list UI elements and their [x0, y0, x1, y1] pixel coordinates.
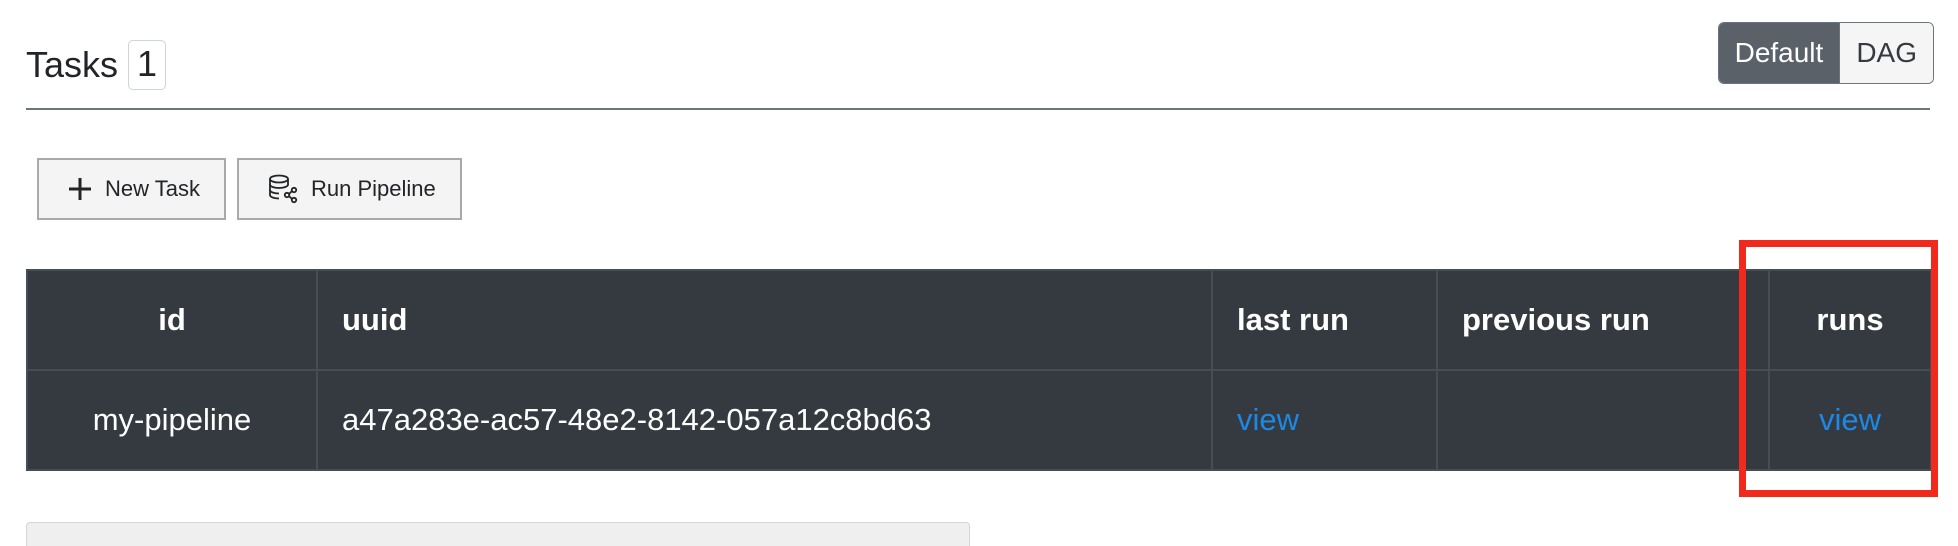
- tasks-page: Tasks 1 Default DAG New Task Run Pipelin…: [0, 0, 1958, 546]
- column-header-last-run: last run: [1211, 269, 1438, 371]
- run-pipeline-label: Run Pipeline: [310, 176, 436, 201]
- column-header-id: id: [26, 269, 318, 371]
- view-toggle: Default DAG: [1717, 22, 1934, 84]
- default-view-button[interactable]: Default: [1718, 23, 1840, 83]
- plus-icon: [67, 176, 93, 202]
- table-row: my-pipeline a47a283e-ac57-48e2-8142-057a…: [26, 369, 1932, 471]
- cell-last-run: view: [1211, 369, 1438, 471]
- cell-previous-run: [1436, 369, 1770, 471]
- column-header-runs: runs: [1768, 269, 1932, 371]
- table-header-row: id uuid last run previous run runs: [26, 269, 1932, 371]
- page-title-text: Tasks: [26, 44, 119, 85]
- new-task-button[interactable]: New Task: [37, 158, 226, 220]
- cell-runs: view: [1768, 369, 1932, 471]
- page-title: Tasks 1: [26, 40, 167, 90]
- cell-id: my-pipeline: [26, 369, 318, 471]
- tasks-header: Tasks 1 Default DAG: [26, 22, 1934, 110]
- tasks-table: id uuid last run previous run runs my-pi…: [26, 269, 1932, 471]
- task-count-badge: 1: [128, 40, 167, 90]
- new-task-label: New Task: [105, 176, 200, 201]
- cell-uuid: a47a283e-ac57-48e2-8142-057a12c8bd63: [316, 369, 1213, 471]
- dag-view-button[interactable]: DAG: [1839, 23, 1933, 83]
- bottom-panel: [26, 522, 970, 546]
- task-actions: New Task Run Pipeline: [37, 158, 462, 220]
- runs-view-link[interactable]: view: [1819, 402, 1881, 437]
- last-run-view-link[interactable]: view: [1237, 402, 1299, 437]
- run-pipeline-button[interactable]: Run Pipeline: [236, 158, 462, 220]
- column-header-uuid: uuid: [316, 269, 1213, 371]
- database-pipeline-icon: [267, 173, 299, 205]
- column-header-previous-run: previous run: [1436, 269, 1770, 371]
- tasks-table-container: id uuid last run previous run runs my-pi…: [26, 269, 1932, 471]
